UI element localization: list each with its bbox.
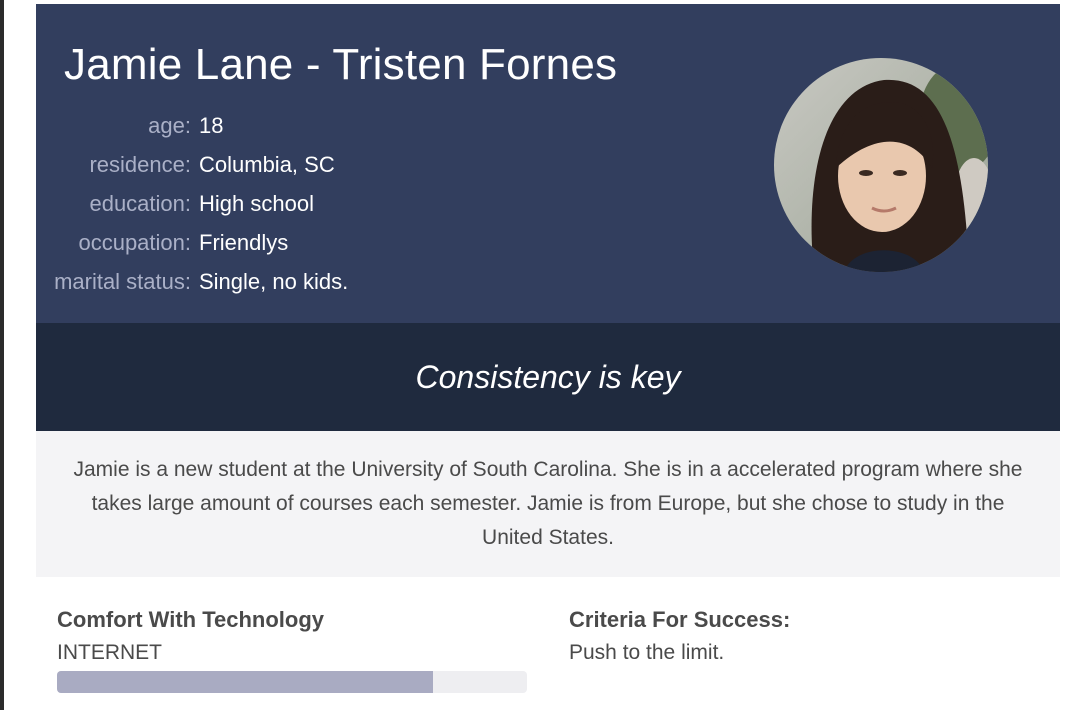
criteria-text: Push to the limit.: [569, 641, 725, 664]
technology-section: Comfort With Technology INTERNET: [57, 607, 527, 693]
page-edge-divider: [0, 0, 4, 710]
persona-header: Jamie Lane - Tristen Fornes age: 18 resi…: [36, 4, 1060, 323]
fact-label: residence:: [89, 151, 191, 177]
persona-card: Jamie Lane - Tristen Fornes age: 18 resi…: [36, 4, 1060, 710]
fact-label: marital status:: [54, 268, 191, 294]
fact-row-marital-status: marital status: Single, no kids.: [36, 262, 636, 301]
persona-quote: Consistency is key: [415, 358, 681, 395]
fact-value: High school: [199, 190, 314, 216]
fact-label: age:: [148, 112, 191, 138]
technology-title: Comfort With Technology: [57, 607, 325, 632]
avatar: [774, 58, 988, 272]
criteria-section: Criteria For Success: Push to the limit.: [569, 607, 1039, 665]
fact-value: Single, no kids.: [199, 268, 349, 294]
persona-details: Comfort With Technology INTERNET Criteri…: [36, 577, 1060, 710]
persona-name: Jamie Lane - Tristen Fornes: [64, 40, 618, 89]
fact-value: Friendlys: [199, 229, 289, 255]
fact-label: occupation:: [78, 229, 191, 255]
internet-comfort-bar-fill: [57, 671, 433, 693]
internet-comfort-bar: [57, 671, 527, 693]
criteria-title: Criteria For Success:: [569, 607, 791, 632]
fact-row-age: age: 18: [36, 106, 636, 145]
fact-value: 18: [199, 112, 224, 138]
fact-label: education:: [89, 190, 191, 216]
fact-row-residence: residence: Columbia, SC: [36, 145, 636, 184]
fact-row-occupation: occupation: Friendlys: [36, 223, 636, 262]
technology-item-label: INTERNET: [57, 641, 162, 664]
quote-band: Consistency is key: [36, 323, 1060, 431]
avatar-portrait-image: [774, 58, 988, 272]
fact-row-education: education: High school: [36, 184, 636, 223]
bio-band: Jamie is a new student at the University…: [36, 431, 1060, 577]
persona-facts: age: 18 residence: Columbia, SC educatio…: [36, 106, 636, 301]
persona-bio: Jamie is a new student at the University…: [73, 458, 1023, 549]
fact-value: Columbia, SC: [199, 151, 335, 177]
